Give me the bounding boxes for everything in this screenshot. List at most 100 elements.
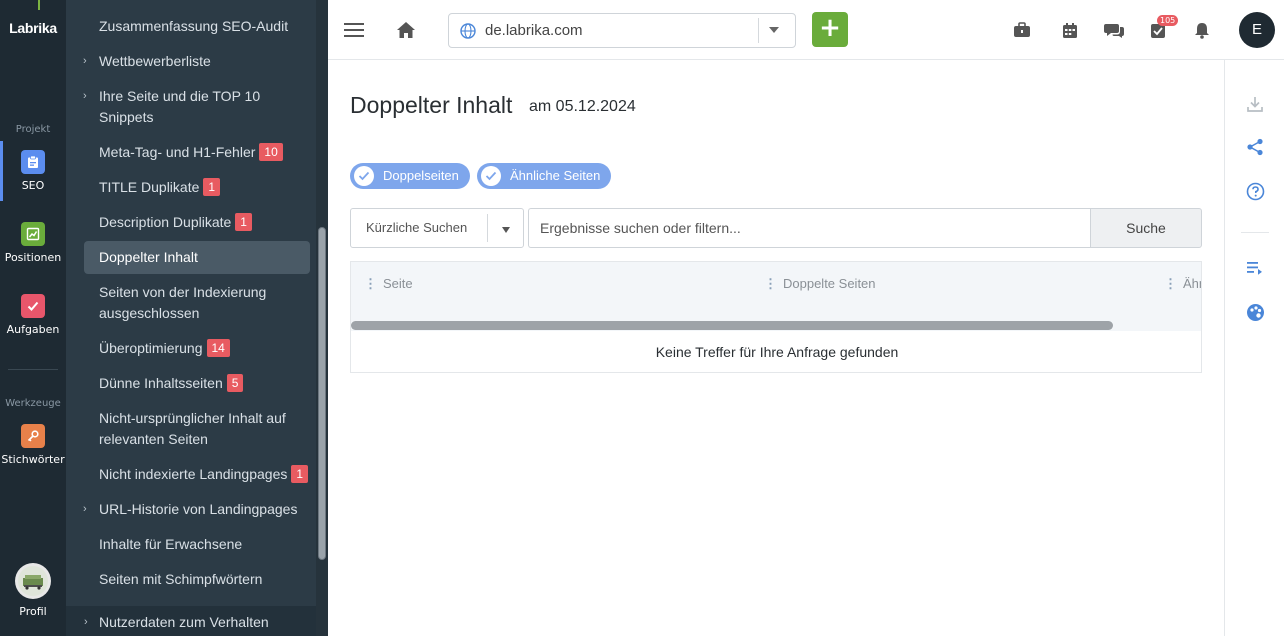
sidebar-item-url-history[interactable]: › URL-Historie von Landingpages <box>83 499 310 520</box>
globe-icon <box>460 23 476 43</box>
tasks-count-badge: 105 <box>1157 15 1179 26</box>
sidebar-item-label: URL-Historie von Landingpages <box>99 501 298 517</box>
filter-chip-label: Doppelseiten <box>383 168 459 183</box>
top-bar: de.labrika.com + 105 E <box>328 0 1284 60</box>
sidebar-item-non-original-content[interactable]: Nicht-ursprünglicher Inhalt auf relevant… <box>84 408 310 450</box>
add-project-button[interactable]: + <box>812 12 848 47</box>
table-horizontal-scrollbar[interactable] <box>351 321 1113 330</box>
select-divider <box>487 214 488 242</box>
sidebar-item-adult-content[interactable]: Inhalte für Erwachsene <box>84 534 310 555</box>
sidebar-item-description-duplicates[interactable]: Description Duplikate 1 <box>84 212 310 233</box>
profile-avatar-icon <box>15 563 51 599</box>
sidebar-item-user-behavior[interactable]: › Nutzerdaten zum Verhalten <box>66 606 318 636</box>
column-menu-icon[interactable]: ⋮ <box>764 277 777 291</box>
chevron-right-icon: › <box>83 503 87 515</box>
sidebar-item-excluded-indexing[interactable]: Seiten von der Indexierung ausgeschlosse… <box>84 282 310 324</box>
page-title: Doppelter Inhalt <box>350 92 513 118</box>
rail-item-tasks[interactable]: Aufgaben <box>0 294 66 336</box>
sidebar-item-thin-content[interactable]: Dünne Inhaltsseiten 5 <box>84 373 310 394</box>
rail-item-seo[interactable]: SEO <box>0 141 66 201</box>
main-content: Doppelter Inhalt am 05.12.2024 Doppelsei… <box>328 60 1224 636</box>
column-header-duplicate-pages[interactable]: ⋮ Doppelte Seiten <box>764 276 876 291</box>
menu-icon[interactable] <box>342 18 366 42</box>
column-header-label: Doppelte Seiten <box>783 276 876 291</box>
count-badge: 14 <box>206 339 230 357</box>
checkmark-icon <box>481 166 501 186</box>
sidebar-item-over-optimization[interactable]: Überoptimierung 14 <box>84 338 310 359</box>
chevron-right-icon: › <box>84 616 88 628</box>
column-header-similar[interactable]: ⋮ Ähn <box>1164 276 1201 291</box>
column-header-label: Seite <box>383 276 413 291</box>
filter-chip-similar-pages[interactable]: Ähnliche Seiten <box>477 163 612 189</box>
sidebar-item-label: Überoptimierung <box>99 340 203 356</box>
rail-item-keywords[interactable]: Stichwörter <box>0 424 66 466</box>
key-icon <box>21 424 45 448</box>
sidebar-item-label: Seiten mit Schimpfwörtern <box>99 571 263 587</box>
recent-searches-select[interactable]: Kürzliche Suchen <box>350 208 524 248</box>
clipboard-icon <box>21 150 45 174</box>
table-header: ⋮ Seite ⋮ Doppelte Seiten ⋮ Ähn <box>351 262 1201 331</box>
rail-profile[interactable]: Profil <box>0 563 66 618</box>
help-icon[interactable] <box>1243 179 1267 203</box>
sidebar-item-label: Nicht indexierte Landingpages <box>99 466 288 482</box>
bell-icon[interactable] <box>1190 18 1214 42</box>
domain-select[interactable]: de.labrika.com <box>448 13 796 48</box>
page-date: am 05.12.2024 <box>529 98 636 115</box>
sidebar-item-summary[interactable]: Zusammenfassung SEO-Audit <box>84 16 310 37</box>
chat-icon[interactable] <box>1102 18 1126 42</box>
chevron-down-icon[interactable] <box>769 27 779 33</box>
audit-sidebar: Zusammenfassung SEO-Audit › Wettbewerber… <box>66 0 328 636</box>
rail-section-tools: Werkzeuge <box>5 398 61 409</box>
briefcase-icon[interactable] <box>1010 18 1034 42</box>
sidebar-item-label: TITLE Duplikate <box>99 179 200 195</box>
palette-icon[interactable] <box>1243 300 1267 324</box>
sidebar-item-label: Seiten von der Indexierung ausgeschlosse… <box>99 284 267 321</box>
rail-item-label: Stichwörter <box>1 453 65 466</box>
checkmark-icon <box>354 166 374 186</box>
rail-item-positions[interactable]: Positionen <box>0 222 66 264</box>
download-icon[interactable] <box>1243 92 1267 116</box>
home-icon[interactable] <box>394 18 418 42</box>
sidebar-item-profanity[interactable]: Seiten mit Schimpfwörtern <box>84 569 310 590</box>
filter-chip-duplicate-pages[interactable]: Doppelseiten <box>350 163 470 189</box>
share-icon[interactable] <box>1243 135 1267 159</box>
app-logo[interactable]: Labrika <box>0 20 66 36</box>
logo-accent <box>38 0 40 10</box>
chevron-down-icon[interactable] <box>502 227 510 233</box>
sidebar-item-title-duplicates[interactable]: TITLE Duplikate 1 <box>84 177 310 198</box>
search-input[interactable] <box>528 208 1091 248</box>
domain-value: de.labrika.com <box>485 22 583 39</box>
sidebar-item-label: Doppelter Inhalt <box>99 249 198 265</box>
column-header-page[interactable]: ⋮ Seite <box>364 276 413 291</box>
list-settings-icon[interactable] <box>1243 256 1267 280</box>
column-menu-icon[interactable]: ⋮ <box>1164 277 1177 291</box>
column-menu-icon[interactable]: ⋮ <box>364 277 377 291</box>
sidebar-item-label: Nicht-ursprünglicher Inhalt auf relevant… <box>99 410 286 447</box>
chevron-right-icon: › <box>83 55 87 67</box>
sidebar-item-top10[interactable]: › Ihre Seite und die TOP 10 Snippets <box>83 86 310 128</box>
chart-icon <box>21 222 45 246</box>
app-rail: Labrika Projekt SEO Positionen Aufgaben … <box>0 0 66 636</box>
count-badge: 1 <box>291 465 309 483</box>
sidebar-item-label: Zusammenfassung SEO-Audit <box>99 18 289 34</box>
check-icon <box>21 294 45 318</box>
profile-label: Profil <box>19 605 47 618</box>
sidebar-item-not-indexed-landing[interactable]: Nicht indexierte Landingpages 1 <box>84 464 310 485</box>
recent-searches-label: Kürzliche Suchen <box>366 220 468 235</box>
rail-item-label: Positionen <box>4 251 62 264</box>
sidebar-item-competitors[interactable]: › Wettbewerberliste <box>83 51 310 72</box>
search-button[interactable]: Suche <box>1090 208 1202 248</box>
filter-chip-label: Ähnliche Seiten <box>510 168 601 183</box>
rail-item-label: Aufgaben <box>6 323 60 336</box>
count-badge: 1 <box>203 178 221 196</box>
sidebar-item-label: Description Duplikate <box>99 214 232 230</box>
sidebar-item-label: Nutzerdaten zum Verhalten <box>99 614 269 630</box>
sidebar-scrollbar-thumb[interactable] <box>318 227 326 560</box>
sidebar-item-meta-errors[interactable]: Meta-Tag- und H1-Fehler 10 <box>84 142 310 163</box>
select-divider <box>758 18 759 43</box>
sidebar-item-duplicate-content[interactable]: Doppelter Inhalt <box>84 241 310 274</box>
count-badge: 5 <box>226 374 244 392</box>
calendar-icon[interactable] <box>1058 18 1082 42</box>
user-avatar[interactable]: E <box>1239 12 1275 48</box>
rail-item-label: SEO <box>21 179 45 192</box>
